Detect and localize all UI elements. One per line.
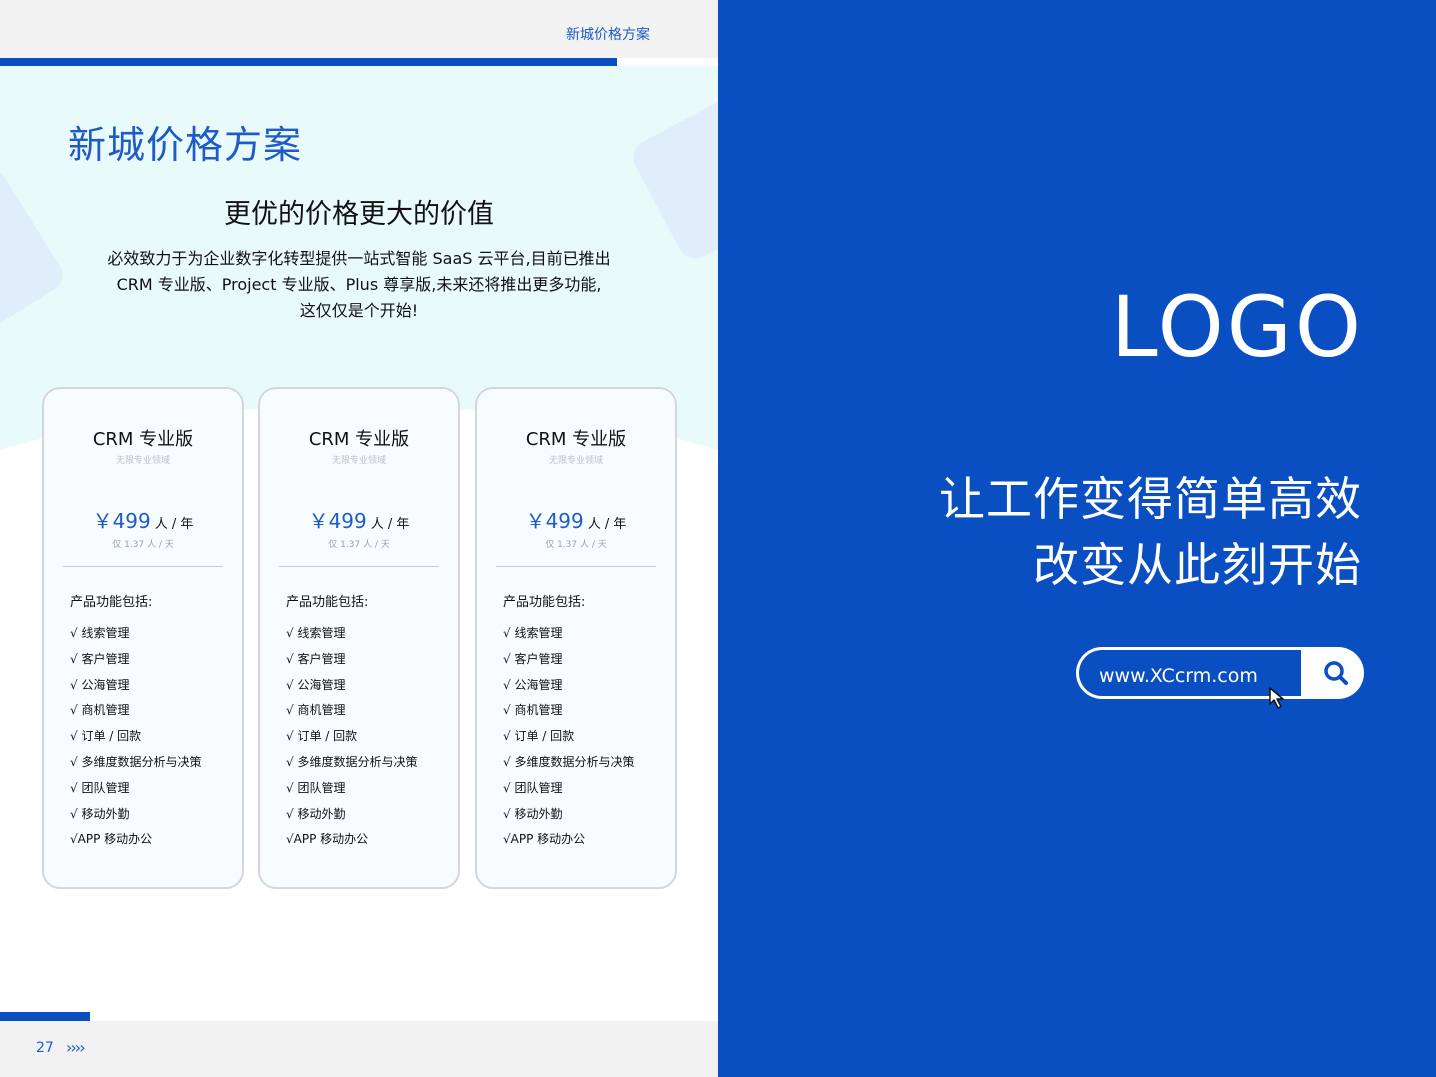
feature-item: √ 线索管理 (503, 626, 563, 640)
plan-title: CRM 专业版 (92, 429, 194, 450)
feature-item: √ 团队管理 (503, 780, 563, 795)
plan-subtitle: 无限专业领域 (115, 456, 170, 466)
price-unit: 人 / 年 (587, 517, 627, 532)
feature-item: √ 多维度数据分析与决策 (503, 754, 635, 769)
slogan-line: 改变从此刻开始 (1033, 538, 1362, 592)
daily-price: 仅 1.37 人 / 天 (112, 540, 174, 550)
feature-item: √ 多维度数据分析与决策 (286, 754, 418, 769)
section-subtitle: 更优的价格更大的价值 (224, 199, 494, 230)
feature-item: √ 团队管理 (286, 780, 346, 795)
features-heading: 产品功能包括: (503, 595, 586, 610)
feature-item: √ 客户管理 (503, 651, 563, 666)
card-divider (496, 566, 656, 567)
slogan-line: 让工作变得简单高效 (939, 472, 1362, 526)
price-unit: 人 / 年 (154, 517, 194, 532)
description-line: 这仅仅是个开始! (299, 301, 419, 320)
footer-rule (0, 1012, 90, 1021)
pricing-card: CRM 专业版 无限专业领域 ￥499 人 / 年 仅 1.37 人 / 天 产品… (42, 387, 244, 889)
feature-item: √APP 移动办公 (286, 832, 369, 847)
feature-item: √ 移动外勤 (70, 806, 130, 821)
daily-price: 仅 1.37 人 / 天 (545, 540, 607, 550)
slogan: 让工作变得简单高效 改变从此刻开始 (939, 466, 1362, 598)
page-number: 27 (36, 1040, 54, 1056)
feature-item: √ 商机管理 (286, 703, 346, 718)
search-bar[interactable]: www.XCcrm.com (1076, 647, 1364, 699)
running-header: 新城价格方案 (566, 27, 650, 43)
feature-list: √ 线索管理 √ 客户管理 √ 公海管理 √ 商机管理 √ 订单 / 回款 √ … (286, 625, 417, 857)
plan-price: ￥499 (525, 509, 584, 533)
feature-item: √ 客户管理 (286, 651, 346, 666)
plan-price: ￥499 (92, 509, 151, 533)
price-row: ￥499 人 / 年 (44, 505, 242, 534)
search-icon[interactable] (1320, 657, 1352, 689)
feature-item: √ 商机管理 (503, 703, 563, 718)
feature-item: √ 商机管理 (70, 703, 130, 718)
feature-item: √ 线索管理 (286, 626, 346, 640)
feature-item: √ 团队管理 (70, 780, 130, 795)
card-divider (63, 566, 223, 567)
url-field[interactable]: www.XCcrm.com (1081, 652, 1299, 694)
price-row: ￥499 人 / 年 (477, 505, 675, 534)
plan-subtitle: 无限专业领域 (548, 456, 603, 466)
feature-item: √APP 移动办公 (503, 832, 586, 847)
feature-item: √ 订单 / 回款 (503, 729, 575, 744)
description-line: CRM 专业版、Project 专业版、Plus 尊享版,未来还将推出更多功能, (116, 275, 602, 294)
feature-list: √ 线索管理 √ 客户管理 √ 公海管理 √ 商机管理 √ 订单 / 回款 √ … (70, 625, 201, 857)
header-rule (0, 58, 617, 66)
plan-price: ￥499 (308, 509, 367, 533)
feature-item: √ 订单 / 回款 (70, 729, 142, 744)
plan-title: CRM 专业版 (308, 429, 410, 450)
features-heading: 产品功能包括: (70, 595, 153, 610)
feature-item: √ 公海管理 (286, 677, 346, 692)
feature-list: √ 线索管理 √ 客户管理 √ 公海管理 √ 商机管理 √ 订单 / 回款 √ … (503, 625, 634, 857)
feature-item: √ 移动外勤 (286, 806, 346, 821)
daily-price: 仅 1.37 人 / 天 (328, 540, 390, 550)
footer-band (0, 1021, 718, 1077)
url-text: www.XCcrm.com (1099, 665, 1258, 687)
right-page: LOGO 让工作变得简单高效 改变从此刻开始 www.XCcrm.com (718, 0, 1436, 1077)
feature-item: √ 多维度数据分析与决策 (70, 754, 202, 769)
price-unit: 人 / 年 (370, 517, 410, 532)
feature-item: √ 客户管理 (70, 651, 130, 666)
feature-item: √APP 移动办公 (70, 832, 153, 847)
chevrons-right-icon: ›››› (66, 1038, 86, 1057)
pricing-card: CRM 专业版 无限专业领域 ￥499 人 / 年 仅 1.37 人 / 天 产品… (258, 387, 460, 889)
description-line: 必效致力于为企业数字化转型提供一站式智能 SaaS 云平台,目前已推出 (107, 249, 611, 268)
feature-item: √ 线索管理 (70, 626, 130, 640)
price-row: ￥499 人 / 年 (260, 505, 458, 534)
card-divider (279, 566, 439, 567)
description: 必效致力于为企业数字化转型提供一站式智能 SaaS 云平台,目前已推出 CRM … (40, 246, 678, 324)
logo: LOGO (1110, 278, 1364, 376)
feature-item: √ 公海管理 (70, 677, 130, 692)
pricing-card: CRM 专业版 无限专业领域 ￥499 人 / 年 仅 1.37 人 / 天 产品… (475, 387, 677, 889)
plan-title: CRM 专业版 (525, 429, 627, 450)
feature-item: √ 移动外勤 (503, 806, 563, 821)
features-heading: 产品功能包括: (286, 595, 369, 610)
plan-subtitle: 无限专业领域 (331, 456, 386, 466)
feature-item: √ 订单 / 回款 (286, 729, 358, 744)
page-title: 新城价格方案 (68, 123, 303, 167)
feature-item: √ 公海管理 (503, 677, 563, 692)
left-page: 新城价格方案 新城价格方案 更优的价格更大的价值 必效致力于为企业数字化转型提供… (0, 0, 718, 1077)
cursor-icon (1269, 687, 1284, 709)
